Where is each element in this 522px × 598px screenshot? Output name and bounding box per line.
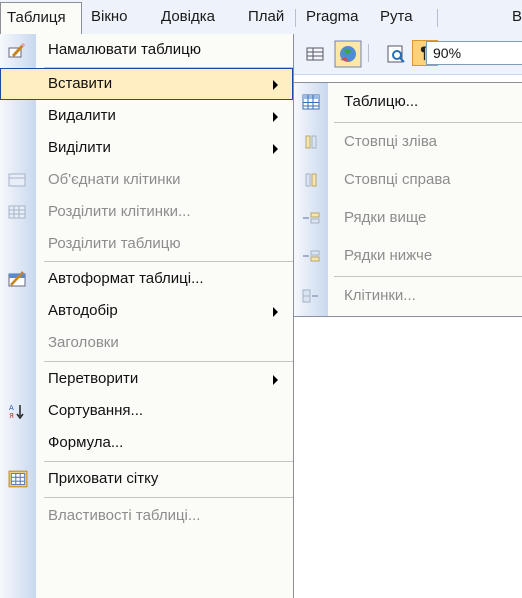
menu-item-hide-gridlines-label: Приховати сітку [48,470,159,487]
menubar-item-pragma-label: Pragma [306,8,359,25]
submenu-arrow-icon [273,80,278,90]
menubar-item-help[interactable]: Довідка [161,8,215,25]
menu-separator [44,261,293,262]
submenu-item-columns-right-label: Стовпці справа [344,171,451,188]
submenu-item-rows-above-label: Рядки вище [344,209,427,226]
menubar-item-table-label: Таблиця [7,9,66,26]
menu-item-convert[interactable]: Перетворити [0,363,293,395]
table-icon [302,94,320,110]
split-cells-icon [8,205,26,219]
menubar-item-help-label: Довідка [161,8,215,25]
menu-item-split-cells[interactable]: Розділити клітинки... [0,196,293,228]
menu-item-autoformat[interactable]: Автоформат таблиці... [0,263,293,295]
menubar-item-ruta-label: Рута [380,8,413,25]
menu-separator [44,461,293,462]
svg-text:Я: Я [9,412,14,419]
menubar-item-v[interactable]: В [512,8,522,25]
preview-icon[interactable] [384,43,406,65]
insert-column-right-icon [305,173,317,187]
insert-cells-icon [302,289,318,303]
zoom-value: 90% [433,45,462,61]
menubar-item-ruta[interactable]: Рута [380,8,413,25]
menu-item-headings[interactable]: Заголовки [0,327,293,359]
menu-item-select[interactable]: Виділити [0,132,293,164]
submenu-item-cells[interactable]: Клітинки... [294,277,522,315]
columns-icon[interactable] [304,43,326,65]
menu-item-hide-gridlines[interactable]: Приховати сітку [0,463,293,495]
menubar-item-plai-label: Плай [248,8,285,25]
menu-item-autoformat-label: Автоформат таблиці... [48,270,204,287]
menu-item-split-cells-label: Розділити клітинки... [48,203,191,220]
menu-item-table-properties-label: Властивості таблиці... [48,507,201,524]
autoformat-icon [8,271,26,287]
table-menu: Намалювати таблицю Вставити Видалити Вид… [0,34,294,598]
menu-bar: Таблиця Вікно Довідка Плай Pragma Рута В [0,0,522,35]
menubar-separator [437,9,438,27]
submenu-arrow-icon [273,144,278,154]
menu-item-insert[interactable]: Вставити [0,68,293,100]
menu-item-sort-label: Сортування... [48,402,144,419]
menu-item-delete-label: Видалити [48,107,116,124]
submenu-item-rows-above[interactable]: Рядки вище [294,199,522,237]
submenu-item-columns-left-label: Стовпці зліва [344,133,437,150]
menu-item-table-properties[interactable]: Властивості таблиці... [0,500,293,532]
submenu-item-table-label: Таблицю... [344,93,419,110]
submenu-item-cells-label: Клітинки... [344,287,416,304]
insert-submenu: Таблицю... Стовпці зліва Стовпці справа … [294,82,522,317]
zoom-input[interactable]: 90% [426,41,522,65]
svg-text:А: А [9,404,14,412]
menu-item-formula[interactable]: Формула... [0,427,293,459]
menu-item-select-label: Виділити [48,139,111,156]
toolbar-separator [368,44,369,62]
submenu-arrow-icon [273,375,278,385]
menu-item-formula-label: Формула... [48,434,124,451]
menubar-item-table[interactable]: Таблиця [0,2,82,34]
menubar-item-pragma[interactable]: Pragma [306,8,359,25]
menu-item-split-table-label: Розділити таблицю [48,235,181,252]
menu-item-autofit[interactable]: Автодобір [0,295,293,327]
menu-item-headings-label: Заголовки [48,334,119,351]
menu-item-autofit-label: Автодобір [48,302,118,319]
menu-item-convert-label: Перетворити [48,370,139,387]
submenu-item-columns-left[interactable]: Стовпці зліва [294,123,522,161]
menu-item-delete[interactable]: Видалити [0,100,293,132]
insert-row-below-icon [303,250,320,262]
merge-cells-icon [8,173,26,187]
submenu-item-columns-right[interactable]: Стовпці справа [294,161,522,199]
submenu-item-rows-below-label: Рядки нижче [344,247,433,264]
menubar-item-window[interactable]: Вікно [91,8,128,25]
menu-item-split-table[interactable]: Розділити таблицю [0,228,293,260]
submenu-arrow-icon [273,307,278,317]
submenu-item-table[interactable]: Таблицю... [294,83,522,121]
menu-item-draw-table-label: Намалювати таблицю [48,41,201,58]
menu-separator [44,497,293,498]
menubar-item-plai[interactable]: Плай [248,8,284,25]
menu-item-draw-table[interactable]: Намалювати таблицю [0,34,293,66]
menu-item-merge-cells-label: Об'єднати клітинки [48,171,181,188]
submenu-item-rows-below[interactable]: Рядки нижче [294,237,522,275]
pencil-icon [8,42,26,58]
menubar-item-window-label: Вікно [91,8,128,25]
submenu-arrow-icon [273,112,278,122]
menu-item-insert-label: Вставити [48,75,113,92]
menu-separator [44,361,293,362]
gridlines-icon [8,470,28,488]
menu-item-merge-cells[interactable]: Об'єднати клітинки [0,164,293,196]
menu-item-sort[interactable]: А Я Сортування... [0,395,293,427]
insert-row-above-icon [303,212,320,224]
insert-column-left-icon [305,135,317,149]
sort-icon: А Я [9,404,24,419]
menubar-item-v-label: В [512,8,522,25]
map-icon[interactable] [334,40,362,68]
menubar-separator [295,9,296,27]
